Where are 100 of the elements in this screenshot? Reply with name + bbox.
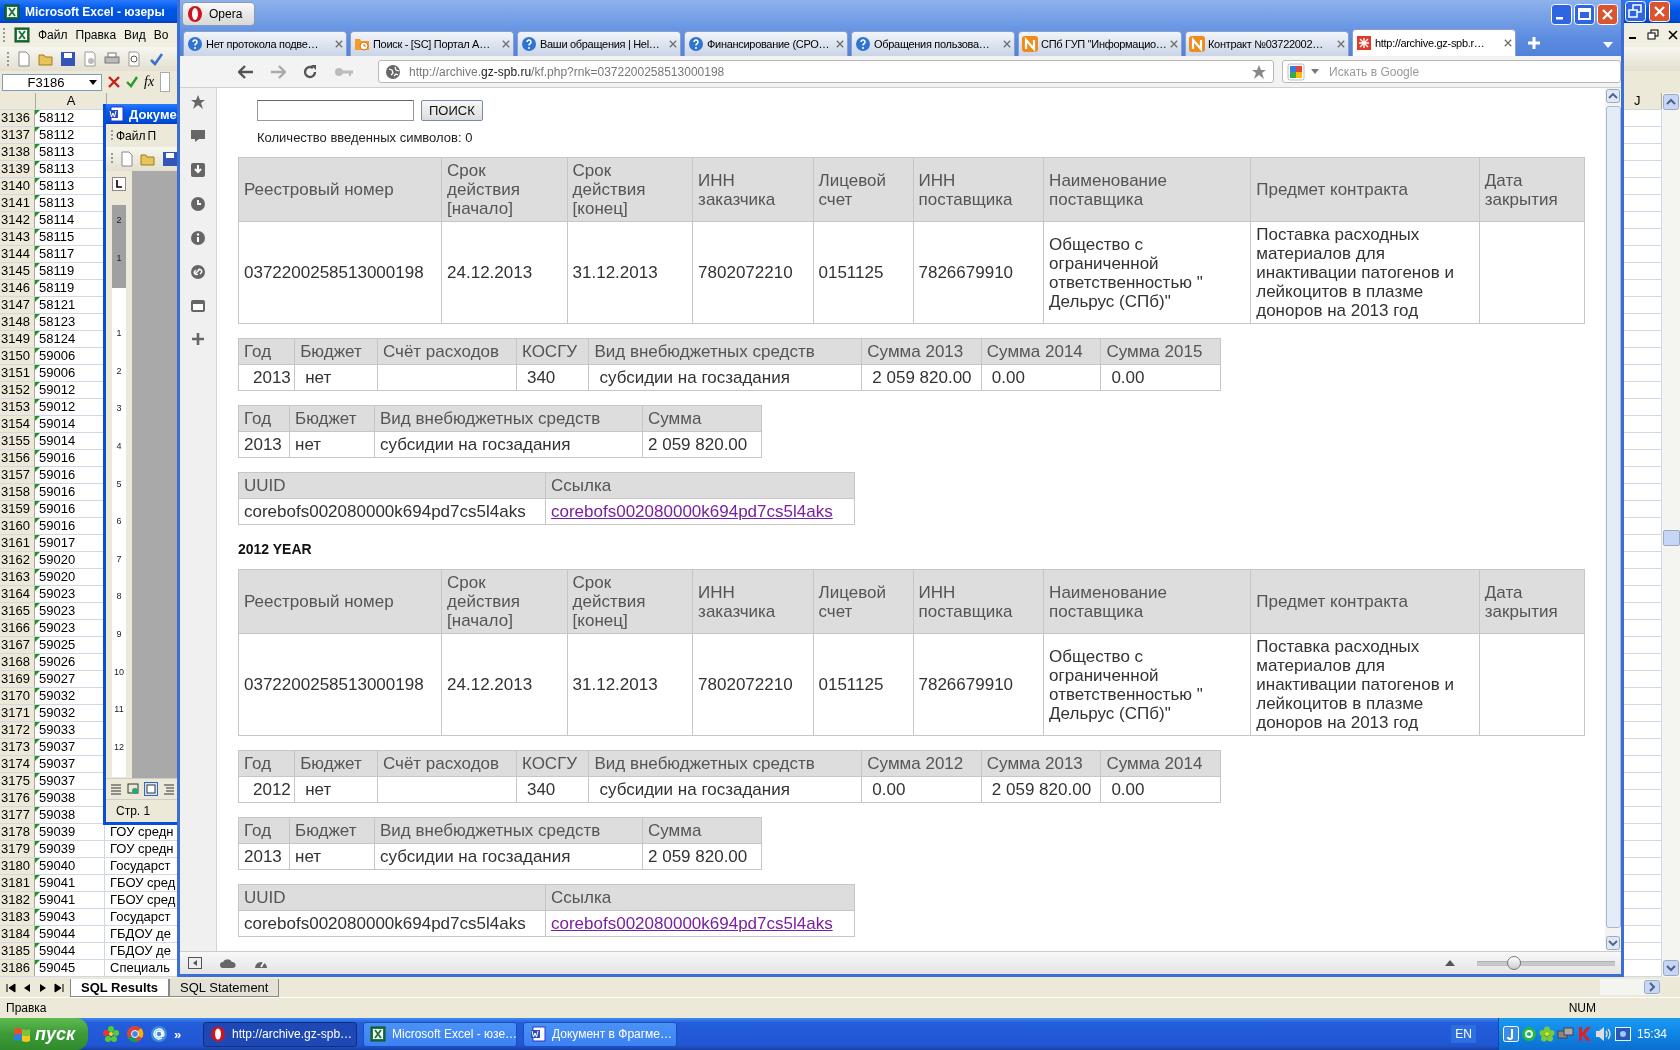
browser-tab[interactable]: Обращения пользова… bbox=[851, 31, 1015, 56]
row-number[interactable]: 3165 bbox=[0, 603, 35, 619]
ruler-label: 9 bbox=[116, 627, 122, 641]
row-number[interactable]: 3149 bbox=[0, 331, 35, 347]
menu-item[interactable]: П bbox=[147, 126, 157, 145]
name-box[interactable]: F3186 bbox=[2, 73, 102, 91]
column-header: Счёт расходов bbox=[377, 750, 517, 777]
taskbar-button[interactable]: http://archive.gz-spb… bbox=[203, 1021, 357, 1047]
row-number[interactable]: 3186 bbox=[0, 960, 35, 976]
row-number[interactable]: 3140 bbox=[0, 178, 35, 194]
menu-item[interactable]: Файл bbox=[38, 26, 68, 44]
sheet-tab[interactable]: SQL Statement bbox=[169, 979, 280, 997]
row-number[interactable]: 3147 bbox=[0, 297, 35, 313]
row-number[interactable]: 3139 bbox=[0, 161, 35, 177]
row-number[interactable]: 3167 bbox=[0, 637, 35, 653]
more-button[interactable]: » bbox=[174, 1026, 182, 1042]
ruler-label: 11 bbox=[114, 703, 124, 717]
row-number[interactable]: 3159 bbox=[0, 501, 35, 517]
language-indicator[interactable]: EN bbox=[1451, 1025, 1476, 1043]
row-number[interactable]: 3170 bbox=[0, 688, 35, 704]
row-number[interactable]: 3172 bbox=[0, 722, 35, 738]
row-number[interactable]: 3143 bbox=[0, 229, 35, 245]
row-number[interactable]: 3142 bbox=[0, 212, 35, 228]
row-number[interactable]: 3168 bbox=[0, 654, 35, 670]
browser-tab[interactable]: Нет протокола подве… bbox=[183, 31, 347, 56]
row-number[interactable]: 3173 bbox=[0, 739, 35, 755]
row-number[interactable]: 3151 bbox=[0, 365, 35, 381]
row-number[interactable]: 3156 bbox=[0, 450, 35, 466]
browser-tab[interactable]: Финансирование (СРО… bbox=[684, 31, 848, 56]
column-header: Сумма 2014 bbox=[1100, 750, 1221, 777]
browser-tab[interactable]: Поиск - [SC] Портал А… bbox=[350, 31, 514, 56]
row-number[interactable]: 3144 bbox=[0, 246, 35, 262]
row-number[interactable]: 3178 bbox=[0, 824, 35, 840]
menu-item[interactable]: Во bbox=[153, 26, 169, 44]
row-number[interactable]: 3184 bbox=[0, 926, 35, 942]
row-number[interactable]: 3136 bbox=[0, 110, 35, 126]
column-header: ИНН заказчика bbox=[692, 157, 813, 222]
row-number[interactable]: 3171 bbox=[0, 705, 35, 721]
menu-button[interactable]: Opera bbox=[182, 2, 256, 26]
row-number[interactable]: 3163 bbox=[0, 569, 35, 585]
row-number[interactable]: 3164 bbox=[0, 586, 35, 602]
row-number[interactable]: 3153 bbox=[0, 399, 35, 415]
row-number[interactable]: 3166 bbox=[0, 620, 35, 636]
row-number[interactable]: 3155 bbox=[0, 433, 35, 449]
browser-tab[interactable]: Ваши обращения | Hel… bbox=[517, 31, 681, 56]
browser-tab[interactable]: Контракт №03722002… bbox=[1185, 31, 1349, 56]
insert-function-button[interactable]: fx bbox=[144, 74, 155, 90]
row-number[interactable]: 3148 bbox=[0, 314, 35, 330]
row-number[interactable]: 3161 bbox=[0, 535, 35, 551]
row-number[interactable]: 3146 bbox=[0, 280, 35, 296]
row-number[interactable]: 3175 bbox=[0, 773, 35, 789]
table-cell: ГОУ средн bbox=[110, 841, 174, 856]
row-number[interactable]: 3185 bbox=[0, 943, 35, 959]
row-number[interactable]: 3145 bbox=[0, 263, 35, 279]
row-number[interactable]: 3174 bbox=[0, 756, 35, 772]
column-header: Ссылка bbox=[545, 472, 855, 499]
column-header: Сумма 2012 bbox=[861, 750, 982, 777]
column-header: UUID bbox=[238, 472, 546, 499]
row-number[interactable]: 3137 bbox=[0, 127, 35, 143]
table-cell: 2013 bbox=[238, 364, 295, 391]
row-number[interactable]: 3162 bbox=[0, 552, 35, 568]
row-number[interactable]: 3150 bbox=[0, 348, 35, 364]
row-number[interactable]: 3179 bbox=[0, 841, 35, 857]
address-field[interactable]: http://archive.gz-spb.ru/kf.php?rnk=0372200258513000198 bbox=[378, 60, 1275, 83]
search-button[interactable]: ПОИСК bbox=[421, 100, 483, 121]
row-number[interactable]: 3181 bbox=[0, 875, 35, 891]
row-number[interactable]: 3158 bbox=[0, 484, 35, 500]
ruler-label: 1 bbox=[116, 327, 122, 341]
menu-item[interactable]: Правка bbox=[75, 26, 117, 44]
column-header: ИНН заказчика bbox=[692, 569, 813, 634]
browser-tab[interactable]: СПб ГУП "Информацио… bbox=[1018, 31, 1182, 56]
row-number[interactable]: 3152 bbox=[0, 382, 35, 398]
row-number[interactable]: 3157 bbox=[0, 467, 35, 483]
table-cell: 2 059 820.00 bbox=[642, 431, 762, 458]
ruler-label: 12 bbox=[114, 740, 124, 754]
column-header: Предмет контракта bbox=[1250, 569, 1480, 634]
row-number[interactable]: 3176 bbox=[0, 790, 35, 806]
row-number[interactable]: 3160 bbox=[0, 518, 35, 534]
column-header: Бюджет bbox=[289, 405, 375, 432]
row-number[interactable]: 3154 bbox=[0, 416, 35, 432]
table-cell: 0.00 bbox=[1100, 364, 1221, 391]
table-cell: 59041 bbox=[35, 892, 105, 908]
row-number[interactable]: 3180 bbox=[0, 858, 35, 874]
section-heading: 2012 YEAR bbox=[238, 541, 313, 557]
row-number[interactable]: 3169 bbox=[0, 671, 35, 687]
table-cell: 7826679910 bbox=[913, 221, 1044, 324]
row-number[interactable]: 3182 bbox=[0, 892, 35, 908]
ruler-label: 8 bbox=[116, 590, 122, 604]
table-cell: ГБОУ сред bbox=[110, 875, 176, 890]
browser-tab[interactable]: http://archive.gz-spb.r… bbox=[1352, 29, 1516, 56]
sheet-tab[interactable]: SQL Results bbox=[70, 979, 170, 997]
menu-item[interactable]: Вид bbox=[124, 26, 146, 44]
column-header: Лицевой счет bbox=[813, 157, 913, 222]
start-button[interactable]: пуск bbox=[0, 1018, 88, 1050]
row-number[interactable]: 3177 bbox=[0, 807, 35, 823]
menu-item[interactable]: Файл bbox=[116, 126, 146, 145]
row-number[interactable]: 3141 bbox=[0, 195, 35, 211]
row-number[interactable]: 3138 bbox=[0, 144, 35, 160]
row-number[interactable]: 3183 bbox=[0, 909, 35, 925]
table-cell: Государст bbox=[110, 909, 171, 924]
